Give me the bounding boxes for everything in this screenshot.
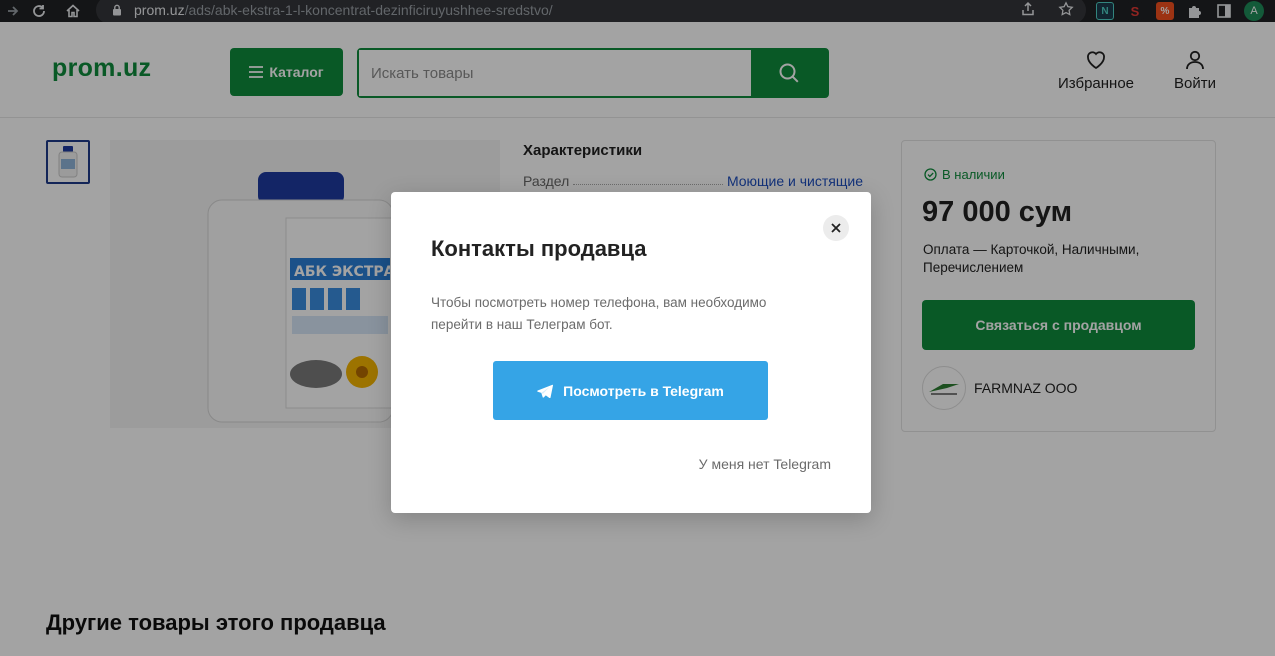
close-button[interactable] (823, 215, 849, 241)
view-in-telegram-button[interactable]: Посмотреть в Telegram (493, 361, 768, 420)
close-icon (831, 223, 841, 233)
telegram-button-label: Посмотреть в Telegram (563, 382, 724, 399)
no-telegram-link[interactable]: У меня нет Telegram (699, 456, 831, 472)
modal-title: Контакты продавца (431, 236, 647, 261)
seller-contacts-modal: Контакты продавца Чтобы посмотреть номер… (391, 192, 871, 513)
modal-description: Чтобы посмотреть номер телефона, вам нео… (431, 295, 767, 332)
telegram-icon (537, 384, 554, 398)
